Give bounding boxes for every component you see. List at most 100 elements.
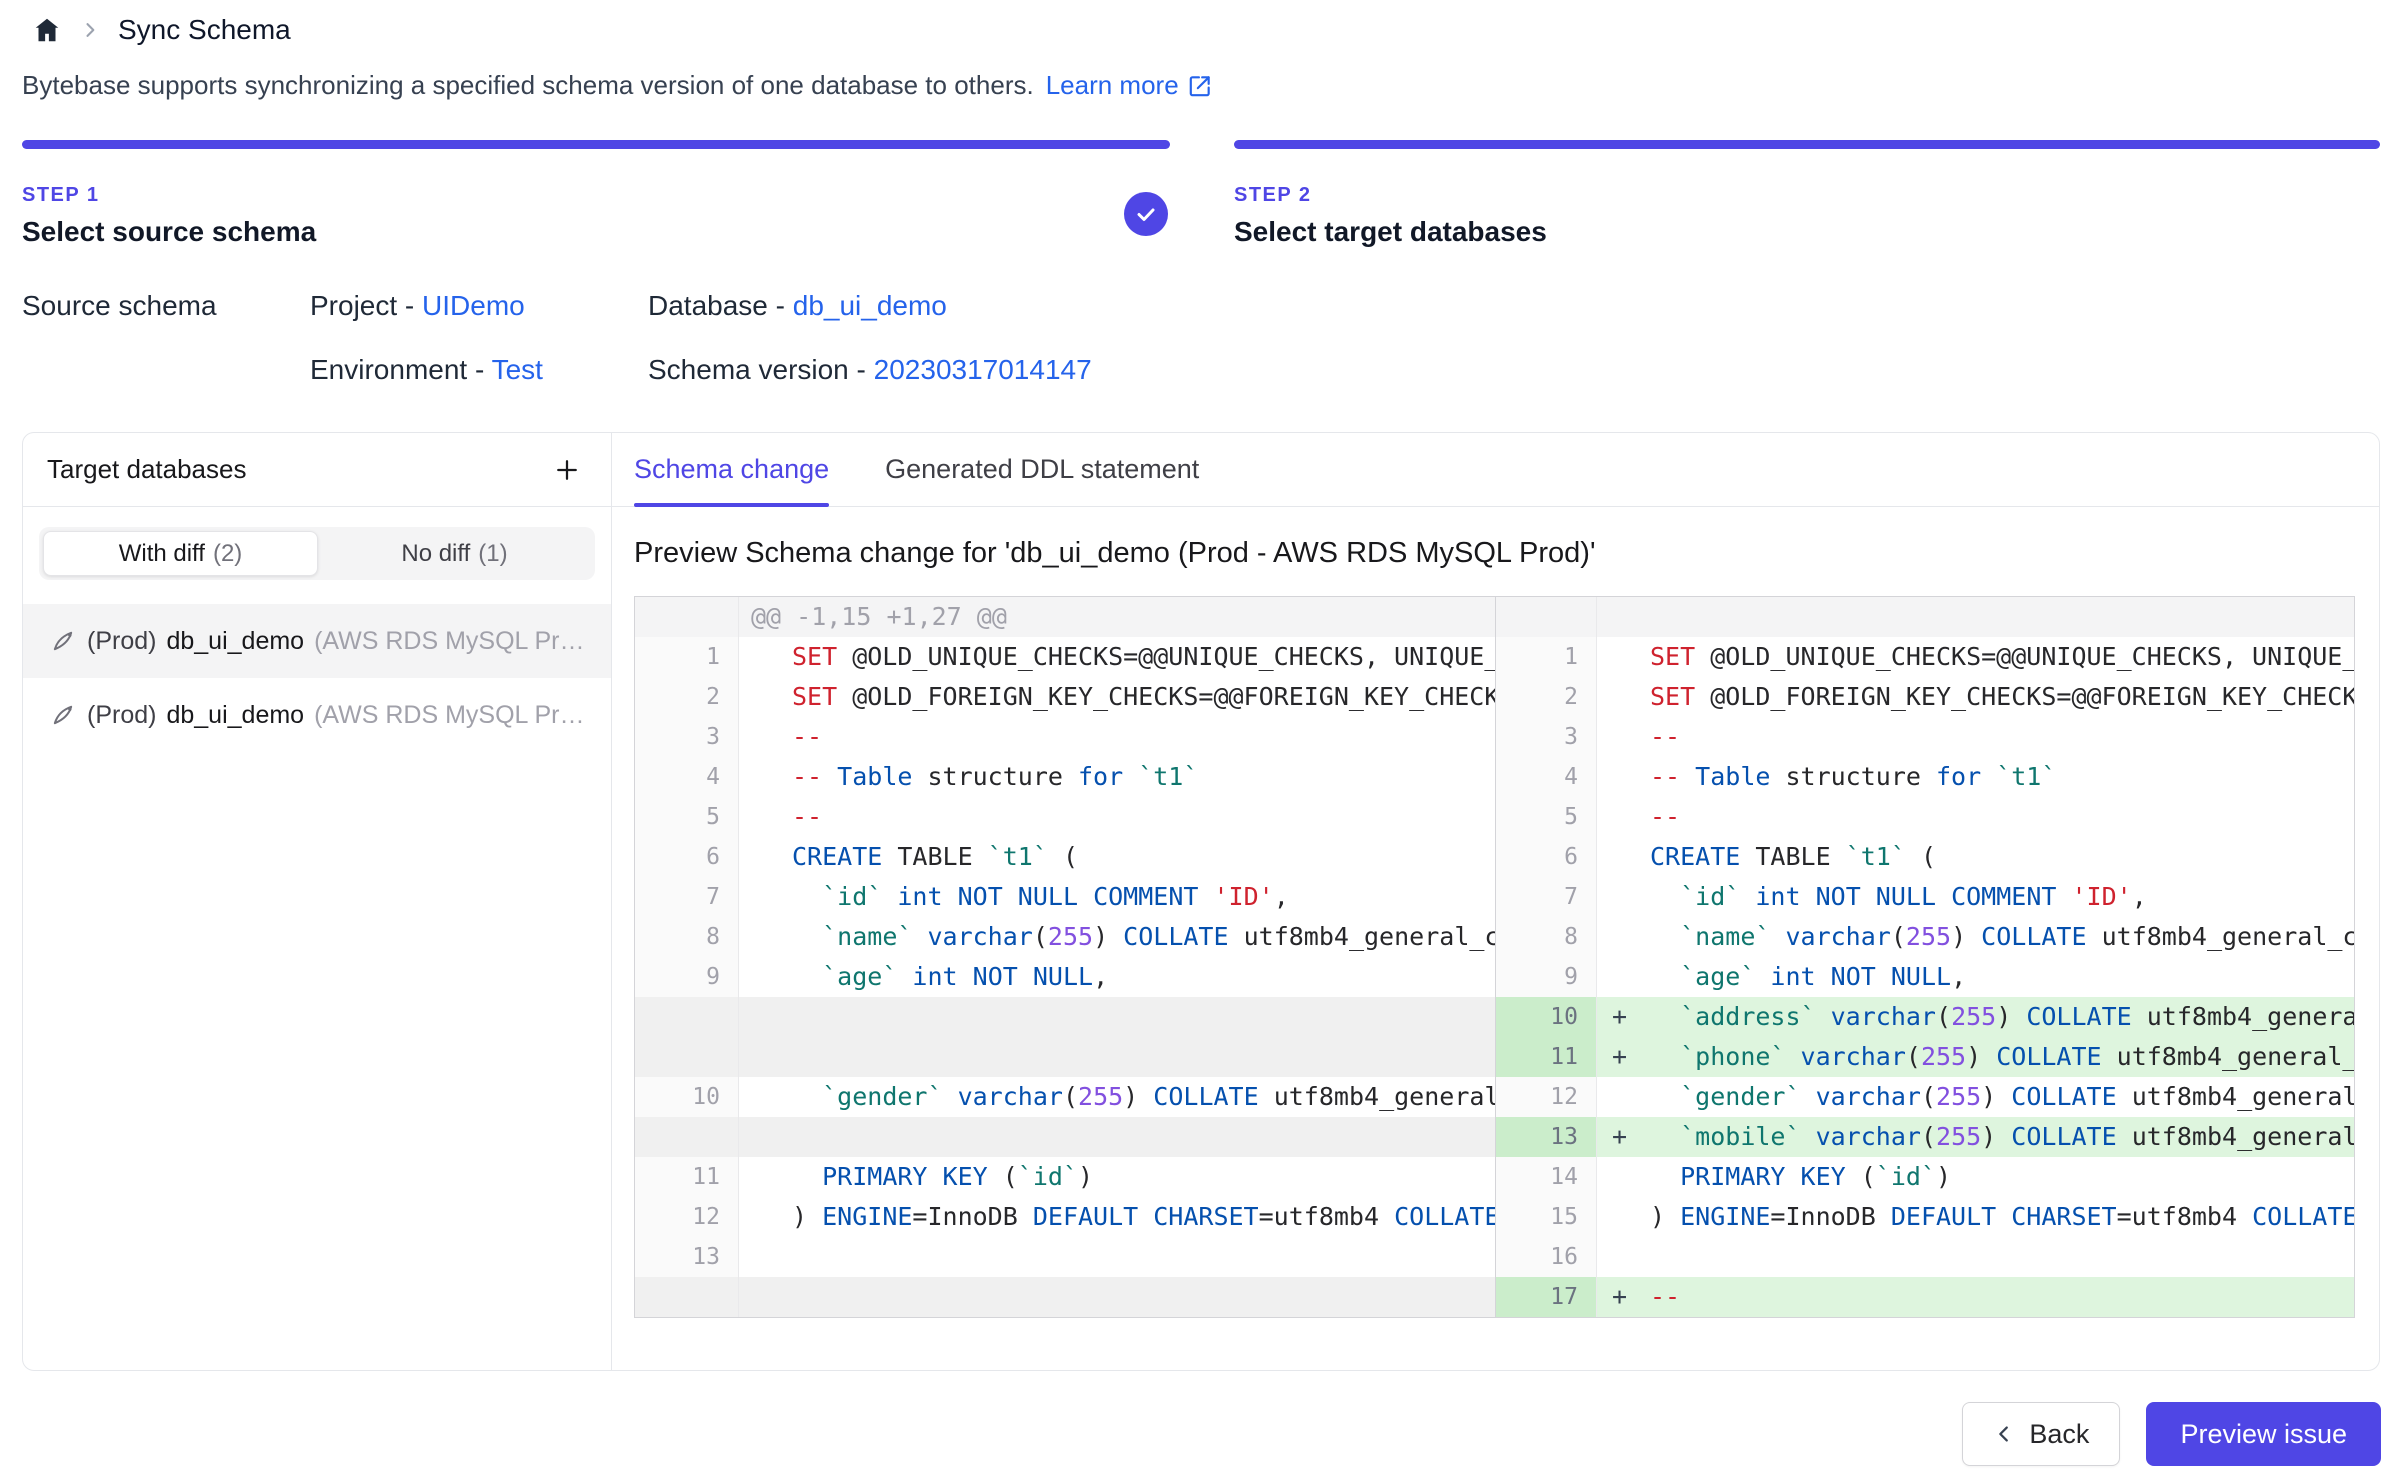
tab-no-diff[interactable]: No diff (1) — [318, 531, 591, 576]
diff-code-line: -- Table structure for `t1` — [1597, 757, 2354, 797]
diff-line-number: 16 — [1496, 1237, 1597, 1277]
diff-code-line: `id` int NOT NULL COMMENT 'ID', — [739, 877, 1496, 917]
diff-line-number — [635, 1117, 739, 1157]
diff-line-number: 6 — [635, 837, 739, 877]
plus-icon — [552, 455, 582, 485]
source-schema-row-2: Environment - Test Schema version - 2023… — [0, 354, 2396, 394]
source-schema-version: Schema version - 20230317014147 — [648, 354, 1092, 386]
diff-line-number: 5 — [635, 797, 739, 837]
diff-code-line — [739, 1237, 1496, 1277]
chevron-left-icon — [1993, 1423, 2015, 1445]
diff-code-line: ) ENGINE=InnoDB DEFAULT CHARSET=utf8mb4 … — [739, 1197, 1496, 1237]
step1-title: Select source schema — [22, 216, 316, 248]
preview-body: Preview Schema change for 'db_ui_demo (P… — [612, 507, 2379, 1370]
project-link[interactable]: UIDemo — [422, 290, 525, 321]
external-link-icon — [1187, 73, 1213, 99]
diff-line-number: 7 — [1496, 877, 1597, 917]
project-label: Project - — [310, 290, 414, 321]
diff-line-number — [635, 1277, 739, 1317]
step2-title: Select target databases — [1234, 216, 1547, 248]
database-link[interactable]: db_ui_demo — [793, 290, 947, 321]
diff-code-line: + `address` varchar(255) COLLATE utf8mb4… — [1597, 997, 2354, 1037]
breadcrumb: Sync Schema — [32, 14, 291, 46]
source-project: Project - UIDemo — [310, 290, 525, 322]
diff-line-number: 10 — [1496, 997, 1597, 1037]
target-databases-title: Target databases — [47, 454, 246, 485]
diff-code-line: ) ENGINE=InnoDB DEFAULT CHARSET=utf8mb4 … — [1597, 1197, 2354, 1237]
diff-hunk-header: @@ -1,15 +1,27 @@ — [739, 597, 1496, 637]
target-database-item[interactable]: (Prod)db_ui_demo(AWS RDS MySQL Prod) — [23, 678, 611, 752]
diff-hunk-spacer — [1597, 597, 2354, 637]
diff-code-line: SET @OLD_FOREIGN_KEY_CHECKS=@@FOREIGN_KE… — [739, 677, 1496, 717]
step2-progress-bar — [1234, 140, 2380, 149]
diff-line-number — [635, 1037, 739, 1077]
preview-tabs: Schema change Generated DDL statement — [612, 433, 2379, 507]
home-icon[interactable] — [32, 15, 62, 45]
diff-view[interactable]: @@ -1,15 +1,27 @@1SET @OLD_UNIQUE_CHECKS… — [634, 596, 2355, 1318]
diff-hunk-gutter — [1496, 597, 1597, 637]
tab-generated-ddl[interactable]: Generated DDL statement — [885, 433, 1199, 506]
target-env-label: (Prod) — [87, 627, 156, 656]
tab-schema-change[interactable]: Schema change — [634, 433, 829, 506]
target-db-name: db_ui_demo — [166, 627, 304, 656]
preview-issue-button[interactable]: Preview issue — [2146, 1402, 2381, 1466]
diff-code-line: -- — [739, 797, 1496, 837]
diff-code-line — [739, 1037, 1496, 1077]
tab-with-diff[interactable]: With diff (2) — [43, 531, 318, 576]
diff-code-line: `gender` varchar(255) COLLATE utf8mb4_ge… — [1597, 1077, 2354, 1117]
diff-line-number: 12 — [635, 1197, 739, 1237]
engine-icon — [49, 701, 77, 729]
diff-line-number: 3 — [1496, 717, 1597, 757]
diff-code-line: SET @OLD_UNIQUE_CHECKS=@@UNIQUE_CHECKS, … — [739, 637, 1496, 677]
learn-more-label: Learn more — [1046, 70, 1179, 101]
diff-code-line: SET @OLD_FOREIGN_KEY_CHECKS=@@FOREIGN_KE… — [1597, 677, 2354, 717]
schema-version-label: Schema version - — [648, 354, 866, 385]
diff-code-line: PRIMARY KEY (`id`) — [739, 1157, 1496, 1197]
diff-line-number: 7 — [635, 877, 739, 917]
diff-code-line: + `mobile` varchar(255) COLLATE utf8mb4_… — [1597, 1117, 2354, 1157]
database-label: Database - — [648, 290, 785, 321]
target-database-item[interactable]: (Prod)db_ui_demo(AWS RDS MySQL Prod) — [23, 604, 611, 678]
diff-code-line: `id` int NOT NULL COMMENT 'ID', — [1597, 877, 2354, 917]
main-panel: Target databases With diff (2) No diff (… — [22, 432, 2380, 1371]
step1-progress-bar — [22, 140, 1170, 149]
diff-line-number: 10 — [635, 1077, 739, 1117]
step2-label: STEP 2 — [1234, 184, 1312, 207]
back-button-label: Back — [2029, 1419, 2089, 1450]
intro-text: Bytebase supports synchronizing a specif… — [22, 70, 1034, 101]
diff-line-number: 1 — [1496, 637, 1597, 677]
intro: Bytebase supports synchronizing a specif… — [22, 70, 1213, 101]
diff-code-line — [739, 1117, 1496, 1157]
diff-code-line: PRIMARY KEY (`id`) — [1597, 1157, 2354, 1197]
target-databases-header: Target databases — [23, 433, 611, 507]
diff-line-number: 3 — [635, 717, 739, 757]
tab-with-diff-count: (2) — [213, 540, 242, 568]
schema-preview-panel: Schema change Generated DDL statement Pr… — [612, 433, 2379, 1370]
target-env-label: (Prod) — [87, 701, 156, 730]
source-schema-label: Source schema — [22, 290, 217, 322]
diff-code-line: `gender` varchar(255) COLLATE utf8mb4_ge… — [739, 1077, 1496, 1117]
diff-line-number: 4 — [1496, 757, 1597, 797]
diff-line-number: 15 — [1496, 1197, 1597, 1237]
diff-line-number — [635, 997, 739, 1037]
diff-code-line — [739, 1277, 1496, 1317]
environment-link[interactable]: Test — [492, 354, 543, 385]
page-title: Sync Schema — [118, 14, 291, 46]
diff-code-line — [739, 997, 1496, 1037]
diff-code-line: `age` int NOT NULL, — [739, 957, 1496, 997]
diff-code-line: -- — [1597, 797, 2354, 837]
add-target-database-button[interactable] — [547, 450, 587, 490]
footer: Back Preview issue — [22, 1402, 2381, 1466]
target-database-list: (Prod)db_ui_demo(AWS RDS MySQL Prod)(Pro… — [23, 604, 611, 752]
source-database: Database - db_ui_demo — [648, 290, 947, 322]
back-button[interactable]: Back — [1962, 1402, 2120, 1466]
environment-label: Environment - — [310, 354, 484, 385]
diff-code-line — [1597, 1237, 2354, 1277]
tab-with-diff-label: With diff — [119, 540, 205, 568]
step1-label: STEP 1 — [22, 184, 100, 207]
schema-version-link[interactable]: 20230317014147 — [874, 354, 1092, 385]
tab-schema-change-label: Schema change — [634, 454, 829, 485]
diff-line-number: 2 — [635, 677, 739, 717]
diff-code-line: +-- — [1597, 1277, 2354, 1317]
learn-more-link[interactable]: Learn more — [1046, 70, 1213, 101]
